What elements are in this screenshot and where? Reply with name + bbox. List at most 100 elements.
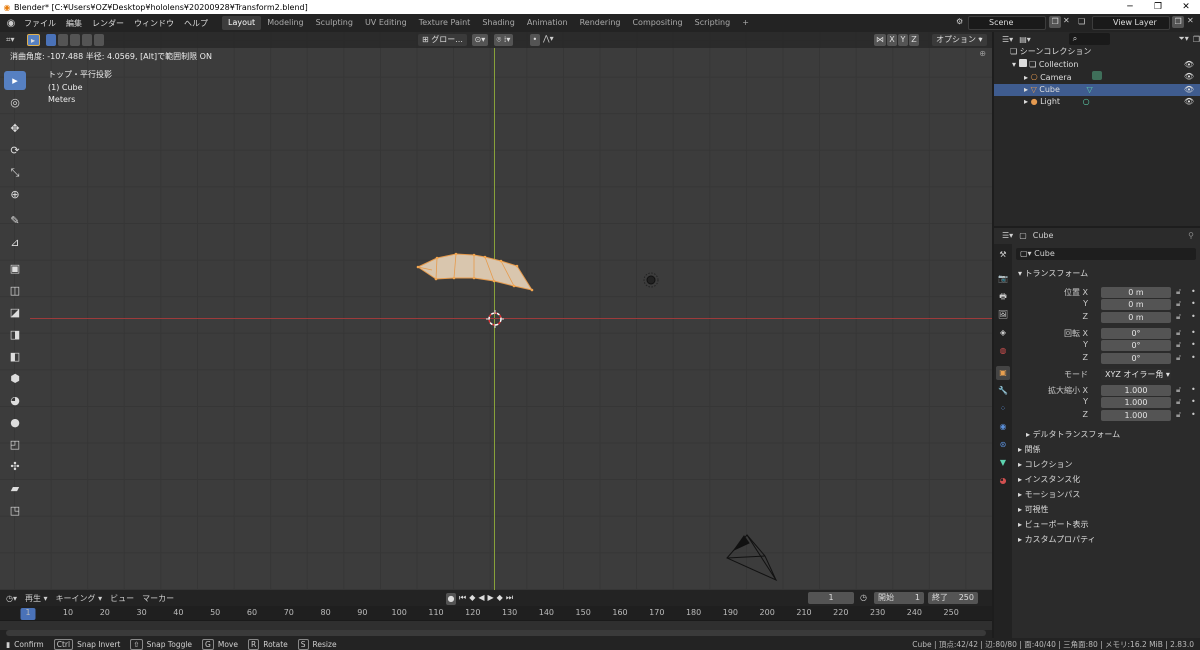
collection-row[interactable]: ▾ ❏ Collection 👁 xyxy=(994,58,1200,72)
record-icon[interactable]: ● xyxy=(446,593,456,605)
jump-start-icon[interactable]: ⏮ xyxy=(459,593,466,605)
light-data-icon[interactable]: ○ xyxy=(1083,97,1090,106)
output-tab-icon[interactable]: 🖶 xyxy=(996,290,1010,304)
display-mode-icon[interactable]: ▤▾ xyxy=(1019,35,1031,44)
start-frame-field[interactable]: 開始 1 xyxy=(874,592,924,604)
timeline-menu-keying[interactable]: キーイング ▾ xyxy=(56,593,103,604)
camera-object-icon[interactable] xyxy=(726,534,778,582)
outliner-item-camera[interactable]: ▸ ⎔ Camera 👁 xyxy=(994,71,1200,84)
object-tab-icon[interactable]: ▣ xyxy=(996,366,1010,380)
jump-end-icon[interactable]: ⏭ xyxy=(506,593,513,605)
new-collection-icon[interactable]: ❐ xyxy=(1193,35,1200,44)
location-x-field[interactable]: 0 m xyxy=(1101,287,1171,298)
section-viewport-display[interactable]: ▸ ビューポート表示 xyxy=(1018,519,1089,530)
rotation-mode-dropdown[interactable]: XYZ オイラー角 ▾ xyxy=(1101,369,1171,380)
material-tab-icon[interactable]: ◕ xyxy=(996,474,1010,488)
zoom-icon[interactable]: ⊕ xyxy=(979,49,986,58)
transform-panel-header[interactable]: ▾ トランスフォーム xyxy=(1018,268,1088,279)
keyframe-dot-icon[interactable]: • xyxy=(1191,340,1196,349)
section-motion-paths[interactable]: ▸ モーションパス xyxy=(1018,489,1080,500)
view-layer-tab-icon[interactable]: 🖼 xyxy=(996,308,1010,322)
delete-view-layer-icon[interactable]: ✕ xyxy=(1187,16,1194,25)
lock-icon[interactable]: 🔓︎ xyxy=(1176,312,1181,322)
scale-z-field[interactable]: 1.000 xyxy=(1101,410,1171,421)
section-instancing[interactable]: ▸ インスタンス化 xyxy=(1018,474,1080,485)
playhead[interactable]: 1 xyxy=(20,608,36,620)
rotation-z-field[interactable]: 0° xyxy=(1101,353,1171,364)
next-keyframe-icon[interactable]: ◆ xyxy=(497,593,503,605)
timeline-editor-icon[interactable]: ◷▾ xyxy=(6,594,17,603)
menu-window[interactable]: ウィンドウ xyxy=(134,18,174,29)
menu-help[interactable]: ヘルプ xyxy=(184,18,208,29)
outliner-item-light[interactable]: ▸ ● Light ○ 👁 xyxy=(994,96,1200,109)
3d-cursor-icon[interactable] xyxy=(486,310,504,328)
outliner-item-cube[interactable]: ▸ ▽ Cube ▽ 👁 xyxy=(994,83,1200,97)
outliner-search-input[interactable]: ⌕ xyxy=(1068,33,1111,45)
filter-icon[interactable]: ⏷▾ xyxy=(1178,34,1188,44)
outliner-editor-icon[interactable]: ☰▾ xyxy=(1002,35,1013,44)
checkbox-icon[interactable] xyxy=(1018,58,1027,67)
delete-scene-icon[interactable]: ✕ xyxy=(1063,16,1070,25)
timeline-ruler[interactable]: 1 10 20 30 40 50 60 70 80 90 100 110 120 130 140 150 16… xyxy=(0,606,992,620)
current-frame-field[interactable]: 1 xyxy=(808,592,854,604)
tab-layout[interactable]: Layout xyxy=(222,16,262,30)
keyframe-dot-icon[interactable]: • xyxy=(1191,353,1196,362)
tab-sculpting[interactable]: Sculpting xyxy=(310,16,359,30)
expand-icon[interactable]: ▸ xyxy=(1024,97,1028,106)
scene-tab-icon[interactable]: ◈ xyxy=(996,326,1010,340)
tab-rendering[interactable]: Rendering xyxy=(574,16,627,30)
tab-scripting[interactable]: Scripting xyxy=(689,16,737,30)
keyframe-dot-icon[interactable]: • xyxy=(1191,299,1196,308)
delta-transform-header[interactable]: ▸ デルタトランスフォーム xyxy=(1026,429,1120,440)
view-layer-icon[interactable]: ❏ xyxy=(1078,17,1085,26)
section-collections[interactable]: ▸ コレクション xyxy=(1018,459,1073,470)
scene-selector[interactable]: Scene xyxy=(968,16,1046,30)
timeline-menu-marker[interactable]: マーカー xyxy=(142,593,174,604)
keyframe-dot-icon[interactable]: • xyxy=(1191,410,1196,419)
camera-data-icon[interactable] xyxy=(1092,71,1103,80)
use-preview-range-icon[interactable]: ◷ xyxy=(860,593,867,602)
keyframe-dot-icon[interactable]: • xyxy=(1191,328,1196,337)
visibility-eye-icon[interactable]: 👁 xyxy=(1184,71,1194,84)
expand-icon[interactable]: ▸ xyxy=(1024,85,1028,94)
prev-keyframe-icon[interactable]: ◆ xyxy=(469,593,475,605)
keyframe-dot-icon[interactable]: • xyxy=(1191,312,1196,321)
render-tab-icon[interactable]: 📷 xyxy=(996,272,1010,286)
scale-x-field[interactable]: 1.000 xyxy=(1101,385,1171,396)
modifier-tab-icon[interactable]: 🔧 xyxy=(996,384,1010,398)
world-tab-icon[interactable]: ◍ xyxy=(996,344,1010,358)
tab-shading[interactable]: Shading xyxy=(476,16,521,30)
properties-editor-icon[interactable]: ☰▾ xyxy=(1002,231,1013,240)
tab-uv-editing[interactable]: UV Editing xyxy=(359,16,413,30)
tab-modeling[interactable]: Modeling xyxy=(261,16,309,30)
section-custom-properties[interactable]: ▸ カスタムプロパティ xyxy=(1018,534,1096,545)
rotation-x-field[interactable]: 0° xyxy=(1101,328,1171,339)
scale-y-field[interactable]: 1.000 xyxy=(1101,397,1171,408)
object-data-tab-icon[interactable]: ▼ xyxy=(996,456,1010,470)
timeline-menu-playback[interactable]: 再生 ▾ xyxy=(25,593,48,604)
menu-render[interactable]: レンダー xyxy=(92,18,124,29)
new-view-layer-icon[interactable]: ❐ xyxy=(1172,16,1185,28)
lock-icon[interactable]: 🔓︎ xyxy=(1176,385,1181,395)
constraints-tab-icon[interactable]: ⊛ xyxy=(996,438,1010,452)
new-scene-icon[interactable]: ❐ xyxy=(1049,16,1062,28)
visibility-eye-icon[interactable]: 👁 xyxy=(1184,84,1194,97)
scene-collection-row[interactable]: ❏ シーンコレクション xyxy=(994,46,1200,59)
tab-compositing[interactable]: Compositing xyxy=(626,16,688,30)
location-z-field[interactable]: 0 m xyxy=(1101,312,1171,323)
menu-file[interactable]: ファイル xyxy=(24,18,56,29)
section-visibility[interactable]: ▸ 可視性 xyxy=(1018,504,1049,515)
section-relations[interactable]: ▸ 関係 xyxy=(1018,444,1041,455)
lock-icon[interactable]: 🔓︎ xyxy=(1176,353,1181,363)
blender-menu-icon[interactable]: ◉ xyxy=(4,18,18,29)
lock-icon[interactable]: 🔓︎ xyxy=(1176,328,1181,338)
timeline-scrollbar[interactable] xyxy=(6,630,986,636)
add-workspace-icon[interactable]: + xyxy=(736,16,755,30)
play-icon[interactable]: ▶ xyxy=(488,593,494,605)
expand-icon[interactable]: ▸ xyxy=(1024,73,1028,82)
pin-icon[interactable]: ⚲ xyxy=(1188,231,1194,240)
3d-viewport[interactable]: ⌗▾ ▸ ⊞ グロー... ⊙▾ ⌾ ⁞▾ • ⋀▾ ⋈ X Y Z オプション… xyxy=(0,32,992,590)
location-y-field[interactable]: 0 m xyxy=(1101,299,1171,310)
keyframe-dot-icon[interactable]: • xyxy=(1191,397,1196,406)
timeline-track[interactable] xyxy=(0,620,992,630)
